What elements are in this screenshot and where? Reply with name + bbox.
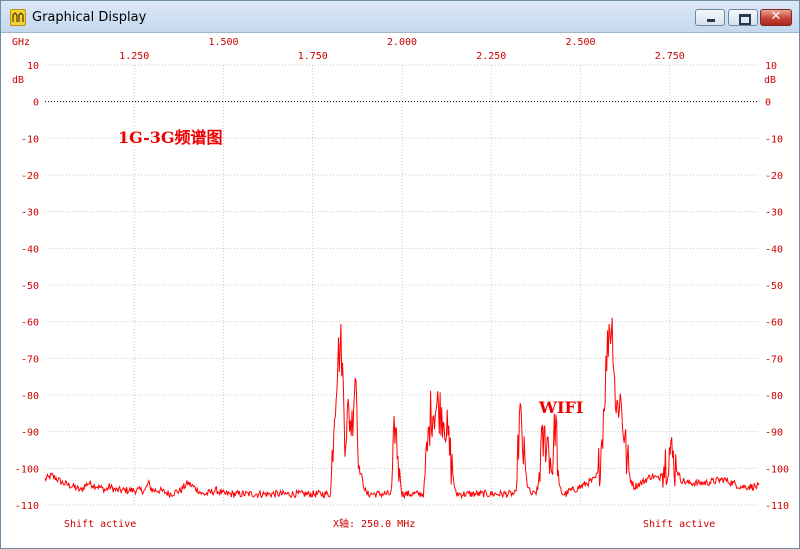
y-tick-label-left: -110 <box>15 501 39 512</box>
chart-title-annotation: 1G-3G频谱图 <box>118 128 223 147</box>
y-tick-label-right: 0 <box>765 98 771 109</box>
minimize-button[interactable] <box>695 9 725 26</box>
y-tick-label-left: -90 <box>21 428 39 439</box>
y-tick-label-right: -90 <box>765 428 783 439</box>
x-major-tick-label: 2.500 <box>565 37 595 48</box>
x-major-tick-label: 1.500 <box>208 37 238 48</box>
right-y-axis: 10 0 -10 -20 -30 -40 -50 -60 -70 -80 -90 -100 -110 <box>765 61 789 512</box>
y-tick-label-left: 0 <box>33 98 39 109</box>
left-y-unit-label: dB <box>12 75 24 86</box>
y-tick-label-left: -40 <box>21 244 39 255</box>
y-tick-label-left: -50 <box>21 281 39 292</box>
y-tick-label-right: -80 <box>765 391 783 402</box>
y-tick-label-left: -10 <box>21 134 39 145</box>
x-unit-label: GHz <box>12 37 30 48</box>
y-tick-label-right: -110 <box>765 501 789 512</box>
y-tick-label-left: -30 <box>21 208 39 219</box>
y-tick-label-right: -40 <box>765 244 783 255</box>
y-tick-label-right: -100 <box>765 464 789 475</box>
display-app-icon <box>10 9 26 26</box>
y-tick-label-right: -20 <box>765 171 783 182</box>
footer-left-status: Shift active <box>64 519 136 530</box>
right-y-unit-label: dB <box>764 75 776 86</box>
title-bar[interactable]: Graphical Display ✕ <box>1 1 799 33</box>
top-x-axis: 1.500 2.000 2.500 1.250 1.750 2.250 2.750 <box>119 37 685 62</box>
y-tick-label-right: -50 <box>765 281 783 292</box>
y-tick-label-left: -70 <box>21 354 39 365</box>
y-tick-label-right: -60 <box>765 318 783 329</box>
y-tick-label-right: 10 <box>765 61 777 72</box>
y-tick-label-left: -20 <box>21 171 39 182</box>
left-y-axis: 10 0 -10 -20 -30 -40 -50 -60 -70 -80 -90 -100 -110 <box>15 61 39 512</box>
x-minor-tick-label: 1.750 <box>298 51 328 62</box>
close-button[interactable]: ✕ <box>760 9 792 26</box>
y-tick-label-right: -30 <box>765 208 783 219</box>
footer-x-span: X轴: 250.0 MHz <box>333 517 415 530</box>
spectrum-chart: 100-10-20-30-40-50-60-70-80-90-100-110 1… <box>12 37 789 530</box>
close-icon: ✕ <box>770 9 782 24</box>
window-title: Graphical Display <box>32 10 147 25</box>
x-minor-tick-label: 2.250 <box>476 51 506 62</box>
y-tick-label-right: -70 <box>765 354 783 365</box>
x-minor-tick-label: 2.750 <box>655 51 685 62</box>
x-minor-tick-label: 1.250 <box>119 51 149 62</box>
wifi-annotation: WIFI <box>538 398 583 417</box>
graphical-display-window: Graphical Display ✕ 10 0 -10 -20 -30 -40 -50 -6… <box>0 0 800 549</box>
footer-right-status: Shift active <box>643 519 715 530</box>
y-tick-label-right: -10 <box>765 134 783 145</box>
y-tick-label-left: -100 <box>15 464 39 475</box>
y-tick-label-left: -80 <box>21 391 39 402</box>
maximize-icon <box>739 14 751 25</box>
minimize-icon <box>707 19 715 22</box>
x-major-tick-label: 2.000 <box>387 37 417 48</box>
y-tick-label-left: 10 <box>27 61 39 72</box>
y-tick-label-left: -60 <box>21 318 39 329</box>
spectrum-plot-area: 10 0 -10 -20 -30 -40 -50 -60 -70 -80 -90 -100 -110 1… <box>2 33 799 548</box>
maximize-button[interactable] <box>728 9 758 26</box>
